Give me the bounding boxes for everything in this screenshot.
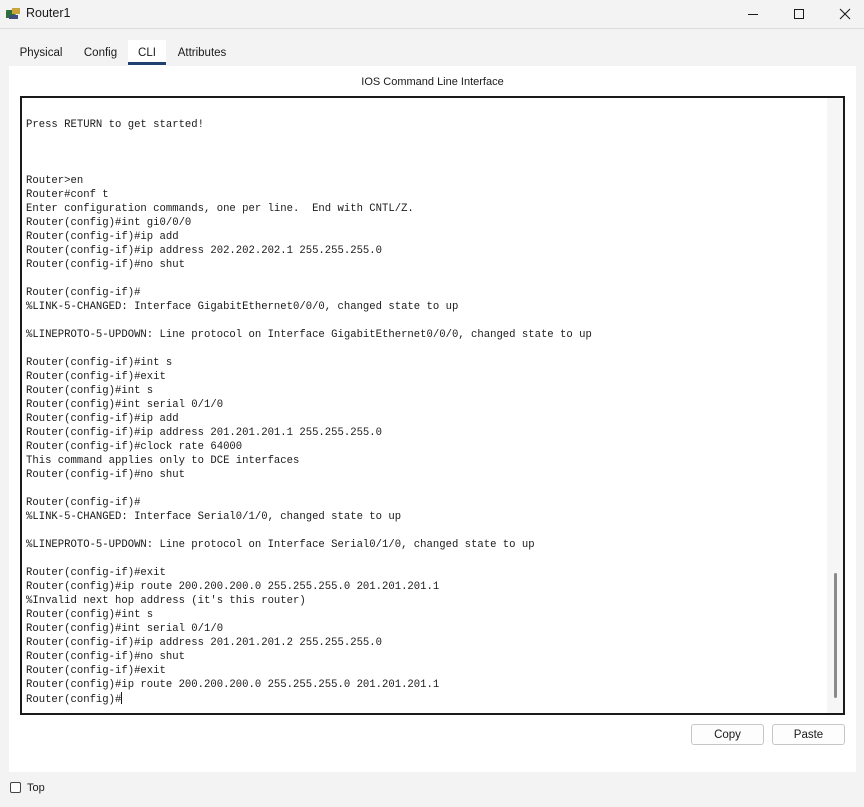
terminal-line: Router(config-if)#ip address 202.202.202…: [26, 245, 383, 257]
terminal-line: Router(config)#int s: [26, 609, 154, 621]
text-cursor: [121, 692, 123, 704]
tab-physical[interactable]: Physical: [9, 40, 73, 66]
terminal-line: Router(config-if)#no shut: [26, 651, 185, 663]
close-button[interactable]: [822, 0, 864, 28]
terminal-line: Router(config)#int gi0/0/0: [26, 217, 192, 229]
terminal-line: Router(config-if)#no shut: [26, 259, 185, 271]
terminal-line: Router(config-if)#ip add: [26, 231, 179, 243]
terminal-line: Router(config-if)#: [26, 287, 141, 299]
close-icon: [839, 8, 851, 20]
terminal-scrollbar[interactable]: [827, 98, 843, 713]
terminal-line: Router(config-if)#exit: [26, 567, 166, 579]
terminal-line: Router(config-if)#ip add: [26, 413, 179, 425]
terminal-output[interactable]: Press RETURN to get started! Router>en R…: [26, 104, 592, 707]
terminal-line: Router(config-if)#no shut: [26, 469, 185, 481]
terminal-line: Router(config)#int serial 0/1/0: [26, 623, 224, 635]
terminal-line: Router(config)#ip route 200.200.200.0 25…: [26, 581, 440, 593]
active-tab-indicator: [128, 62, 166, 65]
terminal-line: %LINK-5-CHANGED: Interface Serial0/1/0, …: [26, 511, 402, 523]
title-bar[interactable]: Router1: [0, 0, 864, 28]
top-checkbox-label: Top: [27, 782, 45, 794]
title-separator: [0, 28, 864, 29]
terminal-line: Router(config)#int s: [26, 385, 154, 397]
minimize-icon: [747, 8, 759, 20]
terminal-prompt: Router(config)#: [26, 694, 122, 706]
terminal-line: Router(config-if)#ip address 201.201.201…: [26, 637, 383, 649]
maximize-icon: [793, 8, 805, 20]
window-title: Router1: [26, 6, 71, 20]
router-app-icon: [4, 6, 22, 22]
terminal-line: Router(config)#int serial 0/1/0: [26, 399, 224, 411]
tab-attributes[interactable]: Attributes: [166, 40, 238, 66]
terminal-line: Router(config-if)#: [26, 497, 141, 509]
copy-button[interactable]: Copy: [691, 724, 764, 745]
terminal-line: %LINEPROTO-5-UPDOWN: Line protocol on In…: [26, 539, 535, 551]
terminal-line: Router(config-if)#int s: [26, 357, 173, 369]
tab-config[interactable]: Config: [73, 40, 128, 66]
scrollbar-thumb[interactable]: [834, 573, 837, 698]
terminal-line: Router(config-if)#exit: [26, 665, 166, 677]
terminal-line: Router(config-if)#ip address 201.201.201…: [26, 427, 383, 439]
cli-heading: IOS Command Line Interface: [361, 76, 504, 88]
terminal-line: %Invalid next hop address (it's this rou…: [26, 595, 306, 607]
minimize-button[interactable]: [730, 0, 776, 28]
terminal-line: Router(config)#ip route 200.200.200.0 25…: [26, 679, 440, 691]
terminal-history: Press RETURN to get started! Router>en R…: [26, 119, 592, 691]
maximize-button[interactable]: [776, 0, 822, 28]
terminal-line: Enter configuration commands, one per li…: [26, 203, 414, 215]
terminal-line: Router>en: [26, 175, 84, 187]
terminal-line: Router(config-if)#clock rate 64000: [26, 441, 243, 453]
paste-button[interactable]: Paste: [772, 724, 845, 745]
terminal-line: Press RETURN to get started!: [26, 119, 205, 131]
terminal-line: Router(config-if)#exit: [26, 371, 166, 383]
terminal-line: %LINK-5-CHANGED: Interface GigabitEthern…: [26, 301, 459, 313]
terminal-line: This command applies only to DCE interfa…: [26, 455, 300, 467]
top-checkbox[interactable]: [10, 782, 21, 793]
terminal-line: Router#conf t: [26, 189, 109, 201]
cli-terminal[interactable]: Press RETURN to get started! Router>en R…: [20, 96, 845, 715]
terminal-line: %LINEPROTO-5-UPDOWN: Line protocol on In…: [26, 329, 592, 341]
